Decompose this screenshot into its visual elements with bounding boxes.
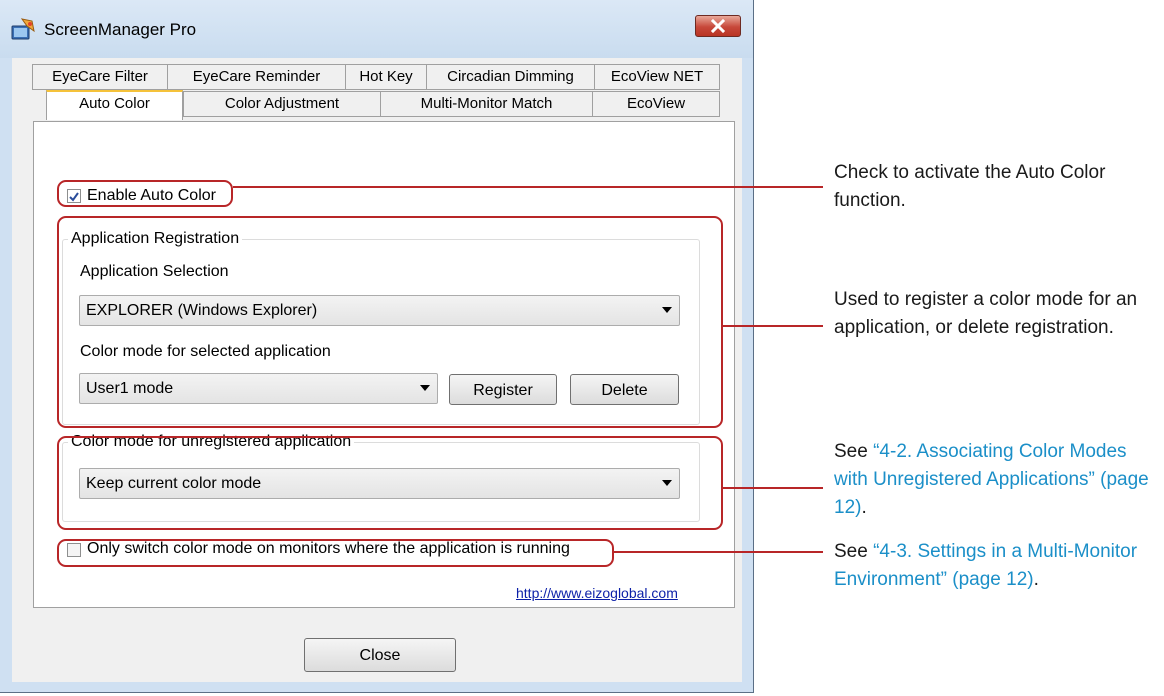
tab-ecoview-net[interactable]: EcoView NET [594,64,720,90]
annotation-enable-auto-color: Check to activate the Auto Color functio… [834,162,1106,211]
highlight-unregistered-application [57,436,723,530]
tab-hot-key[interactable]: Hot Key [345,64,427,90]
window-title: ScreenManager Pro [44,20,197,39]
callout-line-3 [723,487,823,489]
eizo-website-link[interactable]: http://www.eizoglobal.com [516,585,678,601]
highlight-application-registration [57,216,723,428]
tab-color-adjustment[interactable]: Color Adjustment [183,91,381,117]
title-bar[interactable]: ScreenManager Pro [0,0,753,58]
tab-circadian-dimming[interactable]: Circadian Dimming [426,64,595,90]
callout-line-2 [723,325,823,327]
link-section-4-2[interactable]: “4-2. Associating Color Modes with Unreg… [834,441,1149,518]
highlight-enable-auto-color [57,180,233,207]
link-section-4-3[interactable]: “4-3. Settings in a Multi-Monitor Enviro… [834,541,1137,590]
annotation-multi-monitor: See “4-3. Settings in a Multi-Monitor En… [834,541,1138,590]
tab-eyecare-reminder[interactable]: EyeCare Reminder [167,64,346,90]
tab-eyecare-filter[interactable]: EyeCare Filter [32,64,168,90]
annotation-unregistered-application: See “4-2. Associating Color Modes with U… [834,441,1149,518]
callout-line-1 [233,186,823,188]
tab-auto-color[interactable]: Auto Color [46,90,183,120]
highlight-only-switch [57,539,614,567]
callout-line-4 [614,551,823,553]
annotation-application-registration: Used to register a color mode for an app… [834,289,1138,338]
app-icon [10,17,36,43]
tab-ecoview[interactable]: EcoView [592,91,720,117]
close-button[interactable]: Close [304,638,456,672]
window-close-button[interactable] [695,15,741,37]
tab-multi-monitor-match[interactable]: Multi-Monitor Match [380,91,593,117]
close-icon [711,19,725,33]
